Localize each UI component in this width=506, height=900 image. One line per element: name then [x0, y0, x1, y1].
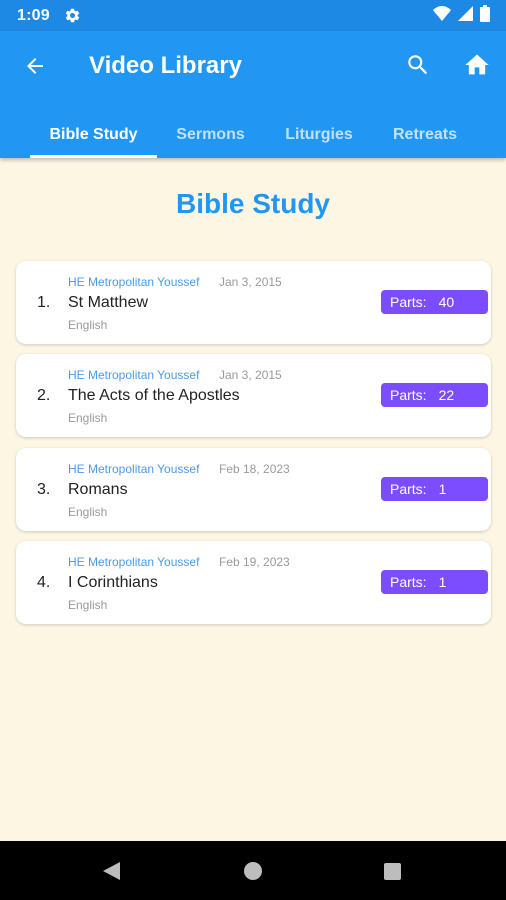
item-language: English: [68, 318, 108, 332]
item-index: 2.: [37, 387, 51, 404]
item-index: 1.: [37, 294, 51, 311]
item-language: English: [68, 598, 108, 612]
triangle-back-icon: [103, 862, 120, 880]
list-item[interactable]: 3. HE Metropolitan Youssef Feb 18, 2023 …: [16, 448, 491, 531]
item-title: I Corinthians: [68, 574, 158, 591]
nav-home-button[interactable]: [244, 862, 262, 880]
tab-retreats[interactable]: Retreats: [375, 111, 475, 158]
item-author: HE Metropolitan Youssef: [68, 462, 200, 476]
item-language: English: [68, 505, 108, 519]
wifi-icon: [433, 5, 451, 26]
item-date: Jan 3, 2015: [219, 275, 282, 289]
home-button[interactable]: [462, 50, 492, 80]
back-button[interactable]: [20, 51, 50, 81]
app-bar: Video Library Bible Study Sermons Liturg…: [0, 31, 506, 158]
item-author: HE Metropolitan Youssef: [68, 275, 200, 289]
gear-icon: [64, 7, 81, 24]
tab-bar: Bible Study Sermons Liturgies Retreats: [0, 111, 506, 158]
search-button[interactable]: [403, 50, 433, 80]
app-title: Video Library: [89, 52, 242, 79]
tab-bible-study[interactable]: Bible Study: [30, 111, 157, 158]
tab-sermons[interactable]: Sermons: [160, 111, 261, 158]
parts-count: 1: [438, 481, 447, 497]
parts-label: Parts:: [390, 387, 427, 403]
status-bar: 1:09: [0, 0, 506, 31]
search-icon: [408, 55, 428, 75]
parts-badge: Parts: 22: [381, 383, 488, 407]
arrow-back-icon: [27, 58, 43, 74]
list-item[interactable]: 1. HE Metropolitan Youssef Jan 3, 2015 S…: [16, 261, 491, 344]
parts-count: 40: [438, 294, 455, 310]
parts-badge: Parts: 1: [381, 477, 488, 501]
item-index: 4.: [37, 574, 51, 591]
item-title: The Acts of the Apostles: [68, 387, 240, 404]
item-title: St Matthew: [68, 294, 149, 311]
parts-label: Parts:: [390, 481, 427, 497]
parts-badge: Parts: 40: [381, 290, 488, 314]
content-area: Bible Study 1. HE Metropolitan Youssef J…: [0, 158, 506, 841]
status-time: 1:09: [17, 6, 50, 24]
list-item[interactable]: 4. HE Metropolitan Youssef Feb 19, 2023 …: [16, 541, 491, 624]
nav-back-button[interactable]: [101, 860, 123, 882]
item-date: Feb 19, 2023: [219, 555, 290, 569]
battery-icon: [480, 4, 490, 27]
tab-liturgies[interactable]: Liturgies: [270, 111, 368, 158]
section-title: Bible Study: [175, 188, 330, 219]
parts-count: 22: [438, 387, 455, 403]
system-nav-bar: [0, 841, 506, 900]
item-author: HE Metropolitan Youssef: [68, 368, 200, 382]
item-index: 3.: [37, 481, 51, 498]
list-item[interactable]: 2. HE Metropolitan Youssef Jan 3, 2015 T…: [16, 354, 491, 437]
item-author: HE Metropolitan Youssef: [68, 555, 200, 569]
item-title: Romans: [68, 481, 128, 498]
parts-label: Parts:: [390, 294, 427, 310]
parts-count: 1: [438, 574, 447, 590]
item-date: Feb 18, 2023: [219, 462, 290, 476]
signal-icon: [458, 5, 473, 26]
item-date: Jan 3, 2015: [219, 368, 282, 382]
home-icon: [465, 54, 489, 75]
parts-label: Parts:: [390, 574, 427, 590]
parts-badge: Parts: 1: [381, 570, 488, 594]
item-language: English: [68, 411, 108, 425]
nav-recents-button[interactable]: [384, 863, 401, 880]
